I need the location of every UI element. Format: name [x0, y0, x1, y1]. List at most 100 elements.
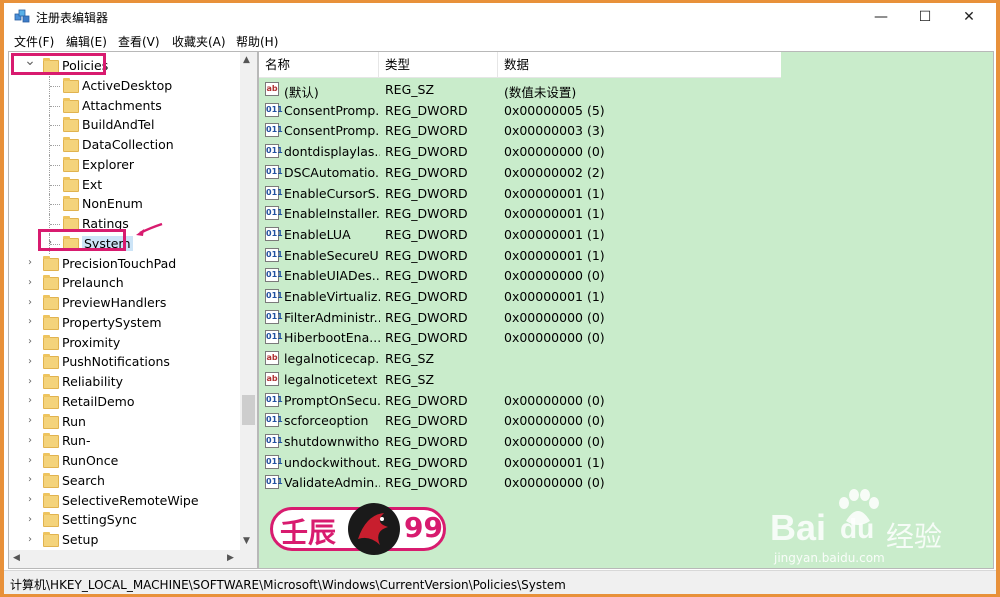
scroll-up-icon[interactable]: ▲	[243, 55, 250, 65]
tree-item[interactable]: › Search	[9, 471, 239, 490]
folder-icon	[43, 354, 59, 370]
value-row[interactable]: 011 undockwithout... REG_DWORD 0x00000001 (…	[259, 452, 781, 473]
scroll-down-icon[interactable]: ▼	[243, 536, 250, 546]
value-row[interactable]: 011 EnableInstaller... REG_DWORD 0x00000001…	[259, 203, 781, 224]
tree-item[interactable]: Explorer	[9, 154, 239, 175]
maximize-button[interactable]: ☐	[902, 3, 948, 30]
chevron-right-icon[interactable]: ›	[25, 395, 35, 406]
value-type: REG_SZ	[385, 351, 435, 367]
value-row[interactable]: 011 scforceoption REG_DWORD 0x00000000 (0)	[259, 410, 781, 431]
regedit-window: 注册表编辑器 — ☐ ✕ 文件(F) 编辑(E) 查看(V) 收藏夹(A) 帮助…	[4, 3, 996, 594]
chevron-right-icon[interactable]: ›	[25, 297, 35, 308]
tree-item[interactable]: NonEnum	[9, 194, 239, 214]
chevron-right-icon[interactable]: ›	[25, 474, 35, 485]
value-name: legalnoticecap...	[284, 351, 380, 367]
scroll-left-icon[interactable]: ◀	[13, 553, 20, 563]
chevron-right-icon[interactable]: ›	[25, 455, 35, 466]
tree-item[interactable]: BuildAndTel	[9, 115, 239, 135]
tree-item[interactable]: › PreviewHandlers	[9, 293, 239, 312]
value-type: REG_DWORD	[385, 247, 468, 263]
tree-item[interactable]: › PrecisionTouchPad	[9, 254, 239, 273]
column-type-header[interactable]: 类型	[379, 52, 498, 78]
value-row[interactable]: 011shutdownwitho... REG_DWORD 0x00000000 (…	[259, 431, 781, 452]
title-bar[interactable]: 注册表编辑器 — ☐ ✕	[4, 3, 996, 30]
tree-item-label: RunOnce	[62, 453, 119, 468]
registry-tree[interactable]: ⌄ Policies ActiveDesktop Attachments BuildAn…	[8, 51, 258, 569]
value-row[interactable]: 011 PromptOnSecu... REG_DWORD 0x00000000 (0…	[259, 390, 781, 411]
watermark-cn-text: 经验	[886, 520, 943, 553]
tree-horizontal-scrollbar[interactable]: ◀ ▶	[9, 550, 257, 568]
menu-favorites[interactable]: 收藏夹(A)	[172, 33, 226, 50]
chevron-right-icon[interactable]: ›	[25, 356, 35, 367]
chevron-right-icon[interactable]: ›	[25, 494, 35, 505]
tree-item[interactable]: › RetailDemo	[9, 392, 239, 411]
column-name-header[interactable]: 名称	[259, 52, 379, 78]
value-row[interactable]: 011 ConsentPromp... REG_DWORD 0x00000003 (3…	[259, 120, 781, 141]
arrow-pointer-icon	[136, 222, 163, 236]
tree-item[interactable]: › Proximity	[9, 333, 239, 352]
tree-item[interactable]: › Setup	[9, 530, 239, 549]
value-row[interactable]: 011 HiberbootEna... REG_DWORD 0x00000000 (0…	[259, 327, 781, 348]
chevron-right-icon[interactable]: ›	[25, 257, 35, 268]
chevron-right-icon[interactable]: ›	[25, 336, 35, 347]
chevron-right-icon[interactable]: ›	[25, 415, 35, 426]
chevron-right-icon[interactable]: ›	[25, 514, 35, 525]
folder-icon	[43, 512, 59, 528]
chevron-right-icon[interactable]: ›	[25, 316, 35, 327]
value-row[interactable]: 011 EnableUIADes... REG_DWORD 0x00000000 (0…	[259, 265, 781, 286]
tree-item[interactable]: › Prelaunch	[9, 273, 239, 292]
tree-item[interactable]: › Run-	[9, 431, 239, 450]
menu-help[interactable]: 帮助(H)	[236, 33, 278, 50]
tree-item[interactable]: › PropertySystem	[9, 313, 239, 332]
tree-item[interactable]: › SettingSync	[9, 510, 239, 529]
dword-value-icon: 011	[265, 102, 283, 117]
tree-item[interactable]: › Run	[9, 412, 239, 431]
chevron-right-icon[interactable]: ›	[25, 435, 35, 446]
scroll-right-icon[interactable]: ▶	[227, 553, 234, 563]
tree-item-label: Run	[62, 413, 86, 429]
value-row[interactable]: 011 FilterAdministr... REG_DWORD 0x00000000…	[259, 307, 781, 328]
value-name: (默认)	[284, 85, 319, 100]
close-button[interactable]: ✕	[946, 3, 992, 30]
tree-item[interactable]: › PushNotifications	[9, 352, 239, 371]
value-row[interactable]: ab legalnoticetext REG_SZ	[259, 369, 781, 390]
value-row[interactable]: 011 EnableSecureU... REG_DWORD 0x00000001 (…	[259, 245, 781, 266]
value-row[interactable]: 011 dontdisplaylas... REG_DWORD 0x00000000 …	[259, 141, 781, 162]
tree-vertical-scrollbar[interactable]: ▲ ▼	[240, 52, 257, 550]
menu-edit[interactable]: 编辑(E)	[66, 33, 107, 50]
tree-item[interactable]: › SelectiveRemoteWipe	[9, 491, 239, 510]
chevron-right-icon[interactable]: ›	[25, 277, 35, 288]
dword-value-icon: 011	[265, 206, 283, 221]
minimize-button[interactable]: —	[858, 3, 904, 30]
folder-icon	[63, 156, 79, 172]
value-row[interactable]: 011 ConsentPromp... REG_DWORD 0x00000005 (5…	[259, 100, 781, 121]
tree-item[interactable]: Attachments	[9, 95, 239, 116]
tree-item-label: PushNotifications	[62, 354, 170, 370]
column-data-header[interactable]: 数据	[498, 52, 781, 78]
tree-item[interactable]: Ext	[9, 174, 239, 195]
chevron-right-icon[interactable]: ›	[25, 534, 35, 545]
value-row[interactable]: 011 DSCAutomatio... REG_DWORD 0x00000002 (2…	[259, 162, 781, 183]
value-row[interactable]: 011 ValidateAdmin... REG_DWORD 0x00000000 (…	[259, 472, 781, 493]
value-type: REG_DWORD	[385, 330, 468, 346]
folder-icon	[63, 117, 79, 133]
tree-guide-line	[50, 184, 60, 186]
value-row[interactable]: 011 EnableLUA REG_DWORD 0x00000001 (1)	[259, 224, 781, 245]
dword-value-icon: 011	[265, 454, 283, 469]
menu-view[interactable]: 查看(V)	[118, 33, 160, 50]
chevron-right-icon[interactable]: ›	[25, 376, 35, 387]
menu-file[interactable]: 文件(F)	[14, 33, 54, 50]
tree-item-label: PrecisionTouchPad	[62, 255, 177, 271]
value-name: EnableUIADes...	[284, 268, 380, 284]
tree-item-label: RetailDemo	[62, 393, 135, 409]
tree-item[interactable]: › RunOnce	[9, 451, 239, 470]
value-row[interactable]: 011 EnableCursorS... REG_DWORD 0x00000001 (…	[259, 183, 781, 204]
dword-value-icon: 011	[265, 413, 283, 428]
scrollbar-thumb[interactable]	[242, 395, 255, 425]
value-row[interactable]: ab (默认) REG_SZ (数值未设置)	[259, 79, 781, 100]
tree-item[interactable]: ActiveDesktop	[9, 75, 239, 96]
value-row[interactable]: ab legalnoticecap... REG_SZ	[259, 348, 781, 369]
value-row[interactable]: 011 EnableVirtualiz... REG_DWORD 0x00000001…	[259, 286, 781, 307]
tree-item[interactable]: › Reliability	[9, 372, 239, 391]
tree-item[interactable]: DataCollection	[9, 135, 239, 155]
